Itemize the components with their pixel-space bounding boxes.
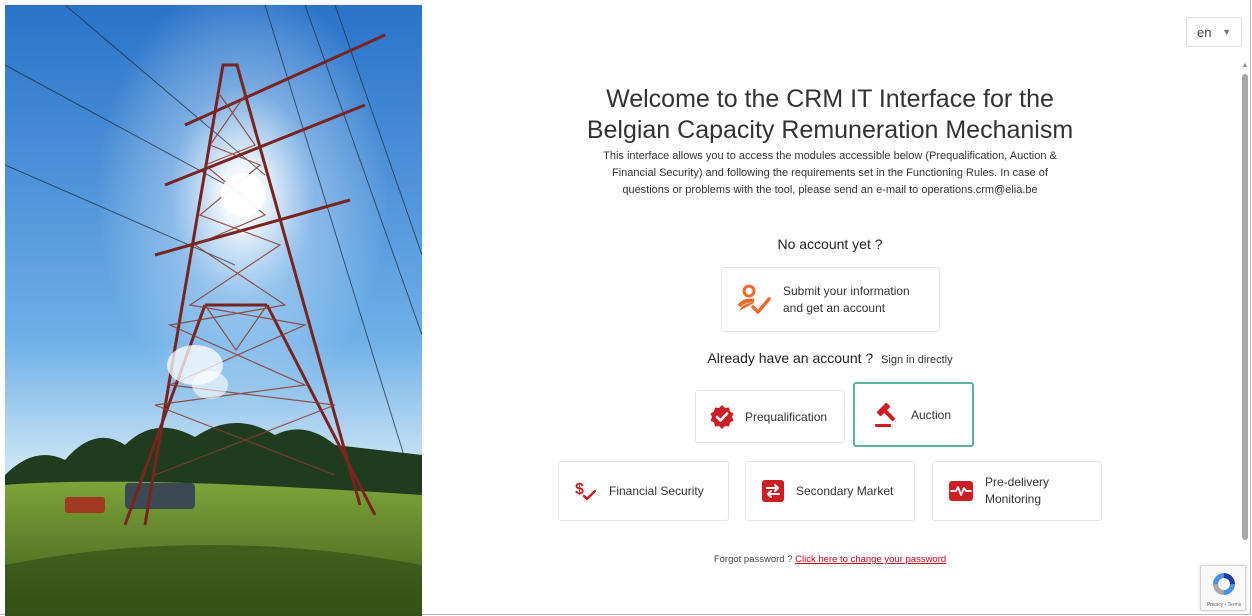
pulse-monitor-icon (948, 479, 974, 503)
user-check-icon (736, 282, 772, 318)
forgot-password-text: Forgot password ? (713, 554, 793, 565)
page-title: Welcome to the CRM IT Interface for the … (520, 84, 1140, 146)
language-value: en (1197, 24, 1212, 40)
svg-text:$: $ (575, 481, 584, 498)
intro-line-2: Financial Security) and following the re… (612, 167, 1048, 179)
forgot-password-row: Forgot password ? Click here to change y… (640, 554, 1020, 565)
submit-information-button[interactable]: Submit your information and get an accou… (721, 267, 940, 332)
gavel-icon (873, 401, 901, 429)
pre-delivery-line-2: Monitoring (985, 492, 1042, 506)
prequalification-label: Prequalification (745, 409, 828, 424)
auction-label: Auction (911, 407, 952, 422)
submit-label-line-2: and get an account (783, 300, 886, 315)
exchange-arrows-icon (761, 479, 785, 503)
prequalification-button[interactable]: Prequalification (695, 390, 845, 443)
already-account-text: Already have an account ? (707, 350, 874, 366)
scroll-up-arrow-icon[interactable]: ▲ (1241, 62, 1249, 69)
submit-label-line-1: Submit your information (783, 283, 910, 298)
already-account-heading: Already have an account ? Sign in direct… (680, 350, 980, 366)
submit-information-label: Submit your information and get an accou… (783, 283, 910, 317)
scrollbar-thumb[interactable] (1242, 74, 1248, 540)
auction-button[interactable]: Auction (853, 382, 974, 447)
change-password-link[interactable]: Click here to change your password (795, 554, 946, 565)
financial-security-label: Financial Security (609, 484, 704, 498)
financial-security-button[interactable]: $ Financial Security (558, 461, 729, 521)
page-scrollbar[interactable]: ▲ (1241, 62, 1249, 542)
recaptcha-logo-icon (1211, 571, 1237, 602)
pre-delivery-monitoring-button[interactable]: Pre-delivery Monitoring (932, 461, 1102, 521)
pre-delivery-line-1: Pre-delivery (985, 475, 1050, 489)
intro-text: This interface allows you to access the … (565, 148, 1095, 199)
sign-in-directly-link[interactable]: Sign in directly (881, 354, 953, 366)
hero-photo-power-pylon (5, 5, 422, 616)
language-select[interactable]: en ▼ (1186, 17, 1242, 47)
intro-line-3: questions or problems with the tool, ple… (622, 184, 1038, 196)
no-account-heading: No account yet ? (777, 236, 883, 252)
chevron-down-icon: ▼ (1222, 27, 1231, 37)
title-line-1: Welcome to the CRM IT Interface for the (606, 85, 1054, 113)
recaptcha-terms[interactable]: Privacy - Terms (1203, 602, 1245, 608)
badge-check-icon (709, 404, 735, 430)
secondary-market-button[interactable]: Secondary Market (745, 461, 915, 521)
title-line-2: Belgian Capacity Remuneration Mechanism (586, 116, 1074, 144)
intro-line-1: This interface allows you to access the … (603, 150, 1057, 162)
pre-delivery-monitoring-label: Pre-delivery Monitoring (985, 474, 1049, 508)
recaptcha-badge[interactable]: Privacy - Terms (1200, 565, 1246, 611)
secondary-market-label: Secondary Market (796, 484, 894, 498)
dollar-check-icon: $ (574, 479, 598, 503)
